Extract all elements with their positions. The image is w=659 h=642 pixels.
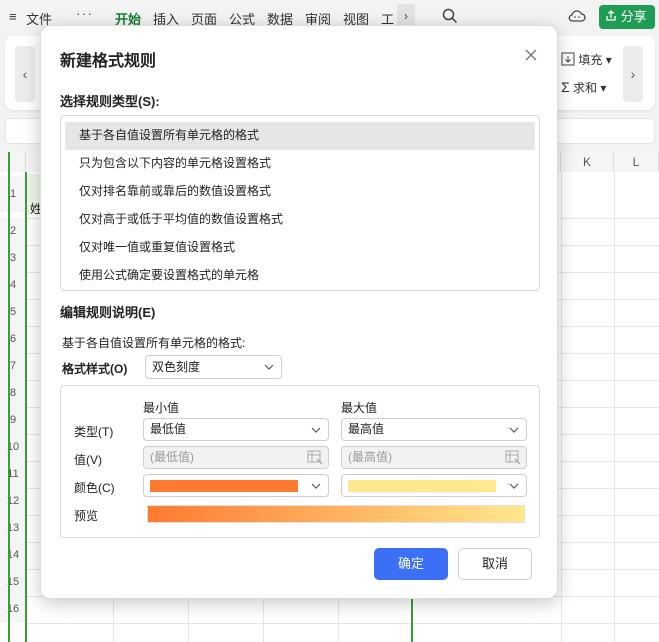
row-header[interactable]: 2 bbox=[0, 218, 26, 245]
max-value-text: (最高值) bbox=[348, 450, 392, 464]
row-header[interactable]: 7 bbox=[0, 353, 26, 380]
search-icon[interactable] bbox=[442, 8, 458, 24]
fill-label: 填充 bbox=[578, 53, 603, 67]
share-icon bbox=[606, 10, 616, 21]
min-type-value: 最低值 bbox=[150, 422, 187, 436]
rule-type-list[interactable]: 基于各自值设置所有单元格的格式 只为包含以下内容的单元格设置格式 仅对排名靠前或… bbox=[60, 115, 540, 291]
rule-type-item-unique-duplicate[interactable]: 仅对唯一值或重复值设置格式 bbox=[65, 234, 535, 262]
more-menu[interactable]: ··· bbox=[76, 5, 93, 21]
grid-line bbox=[614, 172, 615, 642]
sum-label: 求和 bbox=[573, 81, 598, 95]
chevron-down-icon bbox=[509, 483, 519, 489]
min-type-select[interactable]: 最低值 bbox=[143, 418, 329, 441]
max-type-value: 最高值 bbox=[348, 422, 385, 436]
dialog-title: 新建格式规则 bbox=[60, 53, 157, 70]
color-scale-panel: 最小值 最大值 类型(T) 最低值 最高值 值(V) (最低值) (最高值) 颜… bbox=[60, 385, 540, 538]
row-header[interactable]: 13 bbox=[0, 515, 26, 542]
fill-button[interactable]: 填充 ▾ bbox=[561, 51, 612, 68]
grid-line bbox=[561, 172, 562, 642]
column-header-l[interactable]: L bbox=[614, 152, 659, 172]
row-header[interactable]: 15 bbox=[0, 569, 26, 596]
row-header[interactable]: 9 bbox=[0, 407, 26, 434]
sum-icon: Σ bbox=[561, 79, 570, 95]
row-header[interactable]: 14 bbox=[0, 542, 26, 569]
value-label: 值(V) bbox=[74, 453, 102, 467]
max-type-select[interactable]: 最高值 bbox=[341, 418, 527, 441]
row-header[interactable]: 11 bbox=[0, 461, 26, 488]
grid-line bbox=[26, 623, 659, 624]
max-value-input: (最高值) bbox=[341, 446, 527, 469]
row-header[interactable]: 4 bbox=[0, 272, 26, 299]
row-header[interactable]: 3 bbox=[0, 245, 26, 272]
color-scale-preview bbox=[147, 505, 525, 523]
color-label: 颜色(C) bbox=[74, 481, 115, 495]
range-picker-icon bbox=[505, 450, 521, 465]
cancel-button[interactable]: 取消 bbox=[458, 548, 532, 580]
rule-type-label: 选择规则类型(S): bbox=[60, 94, 160, 109]
selection-edge bbox=[8, 152, 10, 642]
share-button[interactable]: 分享 bbox=[599, 5, 655, 29]
sum-button[interactable]: Σ 求和 ▾ bbox=[561, 79, 606, 96]
rule-type-item-formula[interactable]: 使用公式确定要设置格式的单元格 bbox=[65, 262, 535, 290]
close-icon[interactable] bbox=[521, 45, 541, 65]
row-header[interactable]: 1 bbox=[0, 176, 26, 212]
ribbon-scroll-right-icon[interactable]: › bbox=[623, 46, 643, 102]
max-color-picker[interactable] bbox=[341, 474, 527, 497]
row-header[interactable]: 8 bbox=[0, 380, 26, 407]
min-value-input: (最低值) bbox=[143, 446, 329, 469]
rule-type-item-all-cells[interactable]: 基于各自值设置所有单元格的格式 bbox=[65, 122, 535, 150]
new-format-rule-dialog: 新建格式规则 选择规则类型(S): 基于各自值设置所有单元格的格式 只为包含以下… bbox=[40, 25, 558, 599]
rule-description: 基于各自值设置所有单元格的格式: bbox=[62, 336, 246, 350]
column-header-k[interactable]: K bbox=[561, 152, 614, 172]
rule-type-item-contains[interactable]: 只为包含以下内容的单元格设置格式 bbox=[65, 150, 535, 178]
fill-icon bbox=[561, 52, 575, 66]
cloud-status-icon[interactable] bbox=[568, 8, 586, 24]
row-header[interactable]: 10 bbox=[0, 434, 26, 461]
min-color-picker[interactable] bbox=[143, 474, 329, 497]
type-label: 类型(T) bbox=[74, 425, 114, 439]
row-header[interactable]: 5 bbox=[0, 299, 26, 326]
chevron-down-icon bbox=[311, 427, 321, 433]
min-column-header: 最小值 bbox=[143, 401, 180, 415]
preview-label: 预览 bbox=[74, 509, 99, 523]
format-style-select[interactable]: 双色刻度 bbox=[145, 355, 282, 379]
chevron-down-icon bbox=[509, 427, 519, 433]
max-column-header: 最大值 bbox=[341, 401, 378, 415]
row-header[interactable]: 6 bbox=[0, 326, 26, 353]
chevron-down-icon bbox=[264, 364, 274, 370]
range-picker-icon bbox=[307, 450, 323, 465]
menu-icon[interactable]: ≡ bbox=[9, 9, 17, 24]
selection-border-left bbox=[25, 172, 27, 642]
format-style-label: 格式样式(O) bbox=[62, 362, 128, 376]
row-header[interactable]: 12 bbox=[0, 488, 26, 515]
max-color-swatch bbox=[348, 480, 496, 492]
edit-rule-label: 编辑规则说明(E) bbox=[60, 305, 156, 320]
format-style-value: 双色刻度 bbox=[152, 360, 201, 374]
ribbon-scroll-left-icon[interactable]: ‹ bbox=[15, 46, 35, 102]
min-color-swatch bbox=[150, 480, 298, 492]
min-value-text: (最低值) bbox=[150, 450, 194, 464]
rule-type-item-average[interactable]: 仅对高于或低于平均值的数值设置格式 bbox=[65, 206, 535, 234]
share-label: 分享 bbox=[620, 9, 647, 24]
rule-type-item-top-bottom[interactable]: 仅对排名靠前或靠后的数值设置格式 bbox=[65, 178, 535, 206]
row-header[interactable]: 16 bbox=[0, 596, 26, 623]
ok-button[interactable]: 确定 bbox=[374, 548, 448, 580]
select-all-corner[interactable] bbox=[0, 152, 26, 172]
chevron-down-icon bbox=[311, 483, 321, 489]
